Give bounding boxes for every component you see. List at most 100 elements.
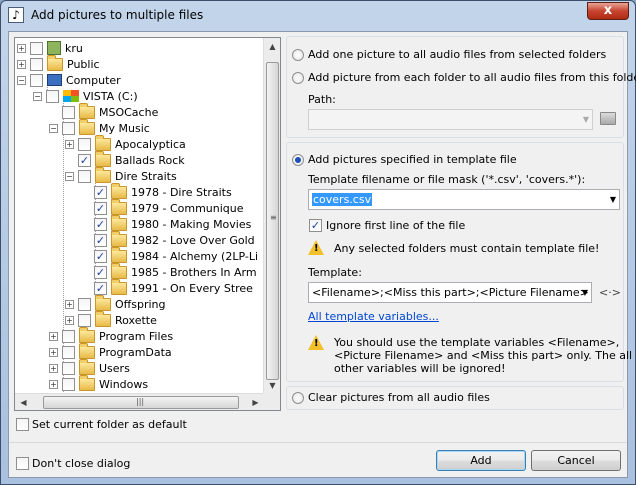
insert-variable-icon[interactable]: <·> bbox=[599, 286, 621, 299]
tree-item-checkbox[interactable]: ✓ bbox=[94, 233, 107, 247]
tree-item-checkbox[interactable] bbox=[78, 169, 91, 183]
tree-item-checkbox[interactable] bbox=[78, 313, 91, 327]
scroll-down-arrow-icon[interactable]: ▼ bbox=[264, 377, 280, 394]
collapse-icon[interactable]: − bbox=[49, 123, 58, 133]
chevron-down-icon[interactable]: ▼ bbox=[610, 195, 616, 204]
folder-icon bbox=[111, 182, 127, 199]
folder-tree[interactable]: + kru + Public − Computer − VISTA (C:) MSOCache −… bbox=[14, 37, 281, 411]
tree-item-checkbox[interactable] bbox=[78, 137, 91, 151]
tree-vertical-thumb[interactable]: ≡ bbox=[266, 62, 279, 380]
add-template-label[interactable]: Add pictures specified in template file bbox=[308, 153, 517, 166]
tree-item[interactable]: ✓ 1982 - Love Over Gold bbox=[81, 230, 255, 248]
mask-combo[interactable]: covers.csv ▼ bbox=[308, 189, 620, 210]
folder-icon bbox=[79, 358, 95, 375]
chevron-down-icon[interactable]: ▼ bbox=[583, 115, 589, 124]
tree-item[interactable]: MSOCache bbox=[49, 102, 158, 120]
tree-item-checkbox[interactable] bbox=[30, 41, 43, 55]
tree-item-checkbox[interactable]: ✓ bbox=[94, 217, 107, 231]
add-template-radio[interactable] bbox=[292, 154, 304, 166]
tree-item[interactable]: − Dire Straits bbox=[65, 166, 177, 184]
tree-item[interactable]: ✓ 1980 - Making Movies bbox=[81, 214, 251, 232]
tree-item-checkbox[interactable] bbox=[62, 121, 75, 135]
tree-item[interactable]: + Users bbox=[49, 358, 130, 376]
add-each-label[interactable]: Add picture from each folder to all audi… bbox=[308, 71, 636, 84]
ignore-first-line-checkbox[interactable]: ✓ bbox=[309, 219, 322, 232]
chevron-down-icon[interactable]: ▼ bbox=[582, 288, 588, 297]
all-template-variables-link[interactable]: All template variables... bbox=[308, 310, 439, 323]
tree-item[interactable]: ✓ 1985 - Brothers In Arm bbox=[81, 262, 257, 280]
tree-item-checkbox[interactable] bbox=[62, 361, 75, 375]
tree-item[interactable]: + Program Files bbox=[49, 326, 173, 344]
expand-icon[interactable]: + bbox=[17, 59, 26, 69]
tree-vertical-scrollbar[interactable]: ▲ ≡ ▼ bbox=[263, 38, 280, 394]
tree-item[interactable]: + Public bbox=[17, 54, 100, 72]
path-combo[interactable]: ▼ bbox=[308, 109, 593, 130]
add-one-radio[interactable] bbox=[292, 49, 304, 61]
tree-item-checkbox[interactable]: ✓ bbox=[94, 265, 107, 279]
expand-icon[interactable]: + bbox=[65, 315, 74, 325]
expand-icon[interactable]: + bbox=[49, 363, 58, 373]
folder-icon bbox=[79, 118, 95, 135]
expand-icon[interactable]: + bbox=[49, 331, 58, 341]
tree-item-checkbox[interactable] bbox=[62, 377, 75, 391]
tree-item-checkbox[interactable] bbox=[30, 73, 43, 87]
clear-pictures-radio[interactable] bbox=[292, 392, 304, 404]
cancel-button[interactable]: Cancel bbox=[531, 450, 621, 471]
tree-item-label: 1985 - Brothers In Arm bbox=[131, 265, 257, 279]
tree-item[interactable]: + Windows bbox=[49, 374, 148, 392]
add-one-label[interactable]: Add one picture to all audio files from … bbox=[308, 48, 606, 61]
add-each-radio[interactable] bbox=[292, 72, 304, 84]
tree-item-checkbox[interactable]: ✓ bbox=[94, 249, 107, 263]
tree-item[interactable]: + ProgramData bbox=[49, 342, 172, 360]
tree-item-checkbox[interactable]: ✓ bbox=[94, 185, 107, 199]
template-combo[interactable]: <Filename>;<Miss this part>;<Picture Fil… bbox=[308, 282, 592, 303]
collapse-icon[interactable]: − bbox=[17, 75, 26, 85]
dont-close-label[interactable]: Don't close dialog bbox=[32, 457, 130, 470]
mask-value[interactable]: covers.csv bbox=[312, 193, 373, 206]
tree-item[interactable]: ✓ 1978 - Dire Straits bbox=[81, 182, 232, 200]
ignore-first-line-label[interactable]: Ignore first line of the file bbox=[326, 219, 465, 232]
tree-item[interactable]: + kru bbox=[17, 40, 83, 56]
title-bar[interactable]: ♪ Add pictures to multiple files x bbox=[1, 1, 635, 29]
tree-horizontal-thumb[interactable]: ||| bbox=[43, 396, 239, 409]
set-default-checkbox[interactable] bbox=[16, 418, 29, 431]
tree-item-checkbox[interactable] bbox=[78, 297, 91, 311]
expand-icon[interactable]: + bbox=[65, 299, 74, 309]
scroll-up-arrow-icon[interactable]: ▲ bbox=[264, 38, 280, 55]
tree-item[interactable]: + Offspring bbox=[65, 294, 165, 312]
close-button[interactable]: x bbox=[587, 2, 629, 20]
expand-icon bbox=[81, 268, 90, 277]
tree-item[interactable]: − Computer bbox=[17, 72, 121, 88]
tree-item-checkbox[interactable] bbox=[62, 345, 75, 359]
collapse-icon[interactable]: − bbox=[33, 91, 42, 101]
tree-item-checkbox[interactable]: ✓ bbox=[94, 281, 107, 295]
tree-item[interactable]: − VISTA (C:) bbox=[33, 88, 138, 104]
tree-item-checkbox[interactable] bbox=[62, 329, 75, 343]
expand-icon[interactable]: + bbox=[17, 43, 26, 53]
tree-item-checkbox[interactable] bbox=[46, 89, 59, 103]
expand-icon[interactable]: + bbox=[49, 379, 58, 389]
tree-item-checkbox[interactable]: ✓ bbox=[94, 201, 107, 215]
tree-item-checkbox[interactable] bbox=[30, 57, 43, 71]
scroll-left-arrow-icon[interactable]: ◀ bbox=[15, 394, 32, 410]
tree-item-checkbox[interactable] bbox=[62, 105, 75, 119]
tree-item-checkbox[interactable]: ✓ bbox=[78, 153, 91, 167]
browse-folder-icon[interactable] bbox=[600, 112, 616, 125]
tree-item-label: VISTA (C:) bbox=[83, 89, 138, 103]
dont-close-checkbox[interactable] bbox=[16, 457, 29, 470]
tree-item[interactable]: ✓ 1984 - Alchemy (2LP-Li bbox=[81, 246, 258, 264]
tree-item[interactable]: ✓ Ballads Rock bbox=[65, 150, 185, 168]
tree-item[interactable]: ✓ 1991 - On Every Stree bbox=[81, 278, 253, 296]
tree-item[interactable]: + Apocalyptica bbox=[65, 134, 186, 152]
expand-icon[interactable]: + bbox=[65, 139, 74, 149]
collapse-icon[interactable]: − bbox=[65, 171, 74, 181]
tree-horizontal-scrollbar[interactable]: ◀ ||| ▶ bbox=[15, 393, 264, 410]
clear-pictures-label[interactable]: Clear pictures from all audio files bbox=[308, 391, 490, 404]
scroll-right-arrow-icon[interactable]: ▶ bbox=[247, 394, 264, 410]
add-button[interactable]: Add bbox=[436, 450, 526, 471]
expand-icon[interactable]: + bbox=[49, 347, 58, 357]
tree-item[interactable]: ✓ 1979 - Communique bbox=[81, 198, 244, 216]
tree-item[interactable]: + Roxette bbox=[65, 310, 157, 328]
set-default-label[interactable]: Set current folder as default bbox=[32, 418, 187, 431]
tree-item[interactable]: − My Music bbox=[49, 118, 150, 136]
